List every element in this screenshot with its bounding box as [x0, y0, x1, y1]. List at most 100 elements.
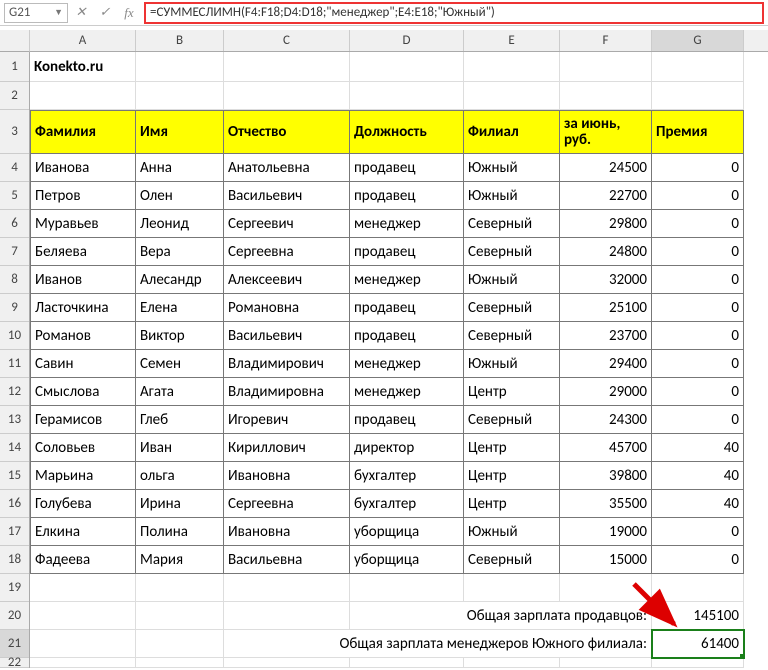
cell[interactable]: уборщица	[350, 546, 464, 574]
cell[interactable]: Иванова	[30, 154, 136, 182]
cell[interactable]: Должность	[350, 110, 464, 154]
row-header-10[interactable]: 10	[0, 322, 29, 350]
cell[interactable]: бухгалтер	[350, 462, 464, 490]
cell[interactable]	[652, 82, 744, 110]
row-header-11[interactable]: 11	[0, 350, 29, 378]
cell[interactable]: Ивановна	[224, 462, 350, 490]
cancel-icon[interactable]: ✕	[70, 3, 92, 23]
cell[interactable]	[224, 602, 350, 630]
col-header-A[interactable]: A	[30, 30, 136, 51]
cell[interactable]: Южный	[464, 266, 560, 294]
cell[interactable]	[224, 82, 350, 110]
cell[interactable]: 40	[652, 434, 744, 462]
cell[interactable]	[30, 630, 136, 658]
cell[interactable]: 39800	[560, 462, 652, 490]
cell[interactable]: Соловьев	[30, 434, 136, 462]
cell[interactable]: Южный	[464, 182, 560, 210]
cell[interactable]	[30, 574, 136, 602]
cell[interactable]: Алесандр	[136, 266, 224, 294]
cell[interactable]: Леонид	[136, 210, 224, 238]
select-all-corner[interactable]	[0, 30, 30, 52]
col-header-E[interactable]: E	[464, 30, 560, 51]
cell[interactable]: Беляева	[30, 238, 136, 266]
cell[interactable]: Сергеевна	[224, 238, 350, 266]
cell[interactable]: Анна	[136, 154, 224, 182]
cell[interactable]	[350, 82, 464, 110]
cell[interactable]: Алексеевич	[224, 266, 350, 294]
row-header-14[interactable]: 14	[0, 434, 29, 462]
cell[interactable]: Общая зарплата продавцов:	[350, 602, 652, 630]
cell[interactable]: 25100	[560, 294, 652, 322]
cell[interactable]: бухгалтер	[350, 490, 464, 518]
col-header-C[interactable]: C	[224, 30, 350, 51]
cell[interactable]	[136, 574, 224, 602]
cell[interactable]	[350, 658, 464, 668]
row-header-5[interactable]: 5	[0, 182, 29, 210]
cell[interactable]: менеджер	[350, 350, 464, 378]
cell[interactable]: Северный	[464, 406, 560, 434]
cell[interactable]: Южный	[464, 518, 560, 546]
cell[interactable]: 24800	[560, 238, 652, 266]
cell[interactable]: 19000	[560, 518, 652, 546]
cell[interactable]: Романовна	[224, 294, 350, 322]
row-header-21[interactable]: 21	[0, 630, 29, 658]
cell[interactable]: 29000	[560, 378, 652, 406]
cell[interactable]	[136, 82, 224, 110]
cell[interactable]: Владимировна	[224, 378, 350, 406]
row-header-4[interactable]: 4	[0, 154, 29, 182]
row-header-16[interactable]: 16	[0, 490, 29, 518]
cell[interactable]: продавец	[350, 406, 464, 434]
formula-input[interactable]: =СУММЕСЛИМН(F4:F18;D4:D18;"менеджер";E4:…	[144, 2, 764, 24]
row-header-22[interactable]: 22	[0, 658, 29, 668]
cell[interactable]: Фамилия	[30, 110, 136, 154]
cell[interactable]	[30, 658, 136, 668]
cell[interactable]: 23700	[560, 322, 652, 350]
cell[interactable]: 0	[652, 546, 744, 574]
cell[interactable]: 40	[652, 490, 744, 518]
cell[interactable]: 32000	[560, 266, 652, 294]
cell[interactable]: Елена	[136, 294, 224, 322]
cell[interactable]: 0	[652, 350, 744, 378]
cell[interactable]: Виктор	[136, 322, 224, 350]
cell[interactable]: менеджер	[350, 378, 464, 406]
cell[interactable]: 0	[652, 154, 744, 182]
cell[interactable]: 0	[652, 406, 744, 434]
check-icon[interactable]: ✓	[94, 3, 116, 23]
cell[interactable]: Агата	[136, 378, 224, 406]
cell[interactable]	[350, 574, 464, 602]
cell[interactable]: Северный	[464, 322, 560, 350]
cell[interactable]: Ивановна	[224, 518, 350, 546]
name-box[interactable]: G21 ▼	[4, 3, 68, 23]
cell[interactable]	[560, 658, 652, 668]
cell[interactable]: Васильевна	[224, 546, 350, 574]
cell[interactable]	[560, 82, 652, 110]
cell[interactable]: Вера	[136, 238, 224, 266]
row-header-3[interactable]: 3	[0, 110, 29, 154]
cell[interactable]: Северный	[464, 238, 560, 266]
cell[interactable]: Кириллович	[224, 434, 350, 462]
cell[interactable]: Семен	[136, 350, 224, 378]
cell[interactable]: Общая зарплата менеджеров Южного филиала…	[224, 630, 652, 658]
cell[interactable]: Муравьев	[30, 210, 136, 238]
cell[interactable]	[136, 658, 224, 668]
cell[interactable]: 22700	[560, 182, 652, 210]
cell[interactable]: 0	[652, 294, 744, 322]
cell[interactable]: Марьина	[30, 462, 136, 490]
cell[interactable]: Смыслова	[30, 378, 136, 406]
cell[interactable]: Центр	[464, 462, 560, 490]
row-header-6[interactable]: 6	[0, 210, 29, 238]
cell[interactable]: Северный	[464, 294, 560, 322]
cell[interactable]	[652, 52, 744, 82]
cell[interactable]: 0	[652, 210, 744, 238]
cell[interactable]: 0	[652, 518, 744, 546]
cell[interactable]: Konekto.ru	[30, 52, 136, 82]
cell[interactable]	[224, 574, 350, 602]
cell[interactable]: 0	[652, 238, 744, 266]
cell[interactable]: 0	[652, 322, 744, 350]
cell[interactable]	[136, 602, 224, 630]
cell[interactable]: Глеб	[136, 406, 224, 434]
cell[interactable]	[464, 574, 560, 602]
cell[interactable]: 40	[652, 462, 744, 490]
cell[interactable]: Сергеевич	[224, 210, 350, 238]
cell[interactable]: Фадеева	[30, 546, 136, 574]
